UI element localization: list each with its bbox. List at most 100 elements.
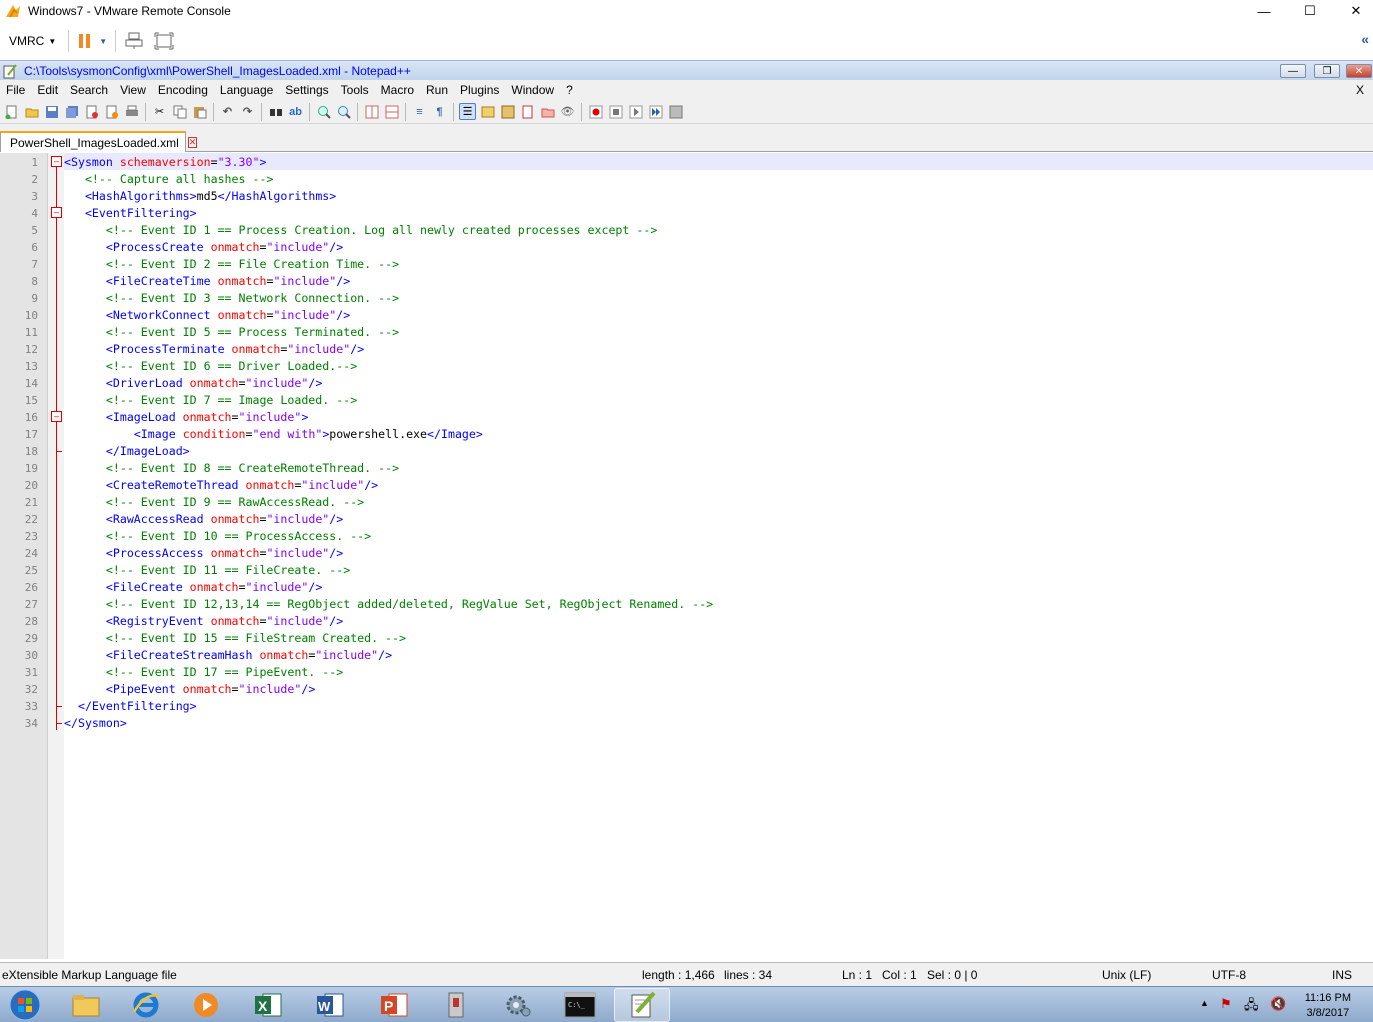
send-ctrl-alt-del-icon[interactable]: [124, 32, 144, 50]
paste-icon[interactable]: [191, 103, 208, 120]
cut-icon[interactable]: ✂: [151, 103, 168, 120]
status-eol[interactable]: Unix (LF): [1102, 968, 1151, 982]
record-macro-icon[interactable]: [587, 103, 604, 120]
new-file-icon[interactable]: [3, 103, 20, 120]
code-token: <Sysmon: [64, 155, 120, 169]
action-center-icon[interactable]: ⚑: [1220, 996, 1232, 1012]
code-token: "include": [245, 580, 309, 594]
code-token: "include": [266, 614, 330, 628]
taskbar-explorer[interactable]: [58, 988, 114, 1022]
open-file-icon[interactable]: [23, 103, 40, 120]
menu-encoding[interactable]: Encoding: [152, 83, 214, 97]
np-close-button[interactable]: ✕: [1346, 64, 1372, 78]
menu-window[interactable]: Window: [505, 83, 560, 97]
tab-powershell-imagesloaded[interactable]: PowerShell_ImagesLoaded.xml ✕: [0, 131, 198, 152]
maximize-button[interactable]: ☐: [1287, 0, 1333, 22]
folder-workspace-icon[interactable]: [539, 103, 556, 120]
taskbar-settings-app[interactable]: [490, 988, 546, 1022]
code-token: <DriverLoad: [105, 376, 190, 390]
taskbar-notepadpp[interactable]: [614, 988, 670, 1022]
system-clock[interactable]: 11:16 PM 3/8/2017: [1305, 991, 1351, 1021]
doc-map-icon[interactable]: [499, 103, 516, 120]
replace-icon[interactable]: ab: [287, 103, 304, 120]
code-line: <!-- Capture all hashes -->: [64, 171, 273, 188]
copy-icon[interactable]: [171, 103, 188, 120]
zoom-in-icon[interactable]: [315, 103, 332, 120]
save-icon[interactable]: [43, 103, 60, 120]
fold-toggle-icon[interactable]: –: [51, 411, 62, 422]
network-icon[interactable]: 🖧: [1244, 996, 1259, 1018]
redo-icon[interactable]: ↷: [239, 103, 256, 120]
status-mode[interactable]: INS: [1332, 968, 1352, 982]
show-all-chars-icon[interactable]: ¶: [431, 103, 448, 120]
fold-toggle-icon[interactable]: –: [51, 156, 62, 167]
run-macro-multiple-icon[interactable]: [647, 103, 664, 120]
taskbar-internet-explorer[interactable]: [118, 988, 174, 1022]
tab-close-icon[interactable]: ✕: [187, 137, 198, 148]
function-list-icon[interactable]: [519, 103, 536, 120]
undo-icon[interactable]: ↶: [219, 103, 236, 120]
taskbar-media-player[interactable]: [178, 988, 234, 1022]
taskbar-word[interactable]: W: [302, 988, 358, 1022]
code-line: <PipeEvent onmatch="include"/>: [64, 681, 315, 698]
fold-toggle-icon[interactable]: –: [51, 207, 62, 218]
line-number: 30: [24, 649, 38, 662]
close-button[interactable]: ✕: [1333, 0, 1373, 22]
print-icon[interactable]: [123, 103, 140, 120]
collapse-panel-icon[interactable]: «: [1361, 31, 1369, 47]
code-line: <!-- Event ID 11 == FileCreate. -->: [64, 562, 350, 579]
code-token: =: [231, 682, 239, 696]
line-number: 12: [24, 343, 38, 356]
status-encoding[interactable]: UTF-8: [1212, 968, 1246, 982]
taskbar-command-prompt[interactable]: C:\_: [552, 988, 608, 1022]
fullscreen-icon[interactable]: [154, 32, 174, 50]
play-macro-icon[interactable]: [627, 103, 644, 120]
np-restore-button[interactable]: ❐: [1314, 64, 1340, 78]
code-token: />: [336, 308, 351, 322]
menu-plugins[interactable]: Plugins: [454, 83, 505, 97]
zoom-out-icon[interactable]: [335, 103, 352, 120]
menu-file[interactable]: File: [0, 83, 31, 97]
menu-view[interactable]: View: [114, 83, 152, 97]
code-token: <FileCreateTime: [105, 274, 218, 288]
taskbar-excel[interactable]: X: [240, 988, 296, 1022]
sync-vertical-icon[interactable]: [363, 103, 380, 120]
find-icon[interactable]: [267, 103, 284, 120]
menu-macro[interactable]: Macro: [375, 83, 420, 97]
menu-settings[interactable]: Settings: [279, 83, 334, 97]
minimize-button[interactable]: —: [1241, 0, 1287, 22]
stop-macro-icon[interactable]: [607, 103, 624, 120]
indent-guide-icon[interactable]: ☰: [459, 103, 476, 120]
taskbar-powerpoint[interactable]: P: [366, 988, 422, 1022]
code-token: onmatch: [189, 580, 239, 594]
menu-help[interactable]: ?: [560, 83, 579, 97]
sync-horizontal-icon[interactable]: [383, 103, 400, 120]
vmrc-menu-button[interactable]: VMRC ▼: [9, 34, 56, 48]
code-token: <!-- Event ID 6 == Driver Loaded.-->: [105, 359, 358, 373]
np-minimize-button[interactable]: —: [1280, 64, 1306, 78]
menu-edit[interactable]: Edit: [31, 83, 64, 97]
volume-muted-icon[interactable]: 🔇: [1270, 996, 1286, 1012]
menu-tools[interactable]: Tools: [335, 83, 375, 97]
menu-close-document[interactable]: X: [1350, 83, 1370, 97]
monitoring-icon[interactable]: 👁: [559, 103, 576, 120]
code-token: >: [301, 410, 309, 424]
taskbar-archive-app[interactable]: [428, 988, 484, 1022]
pause-icon[interactable]: [77, 33, 93, 49]
save-macro-icon[interactable]: [667, 103, 684, 120]
code-editor[interactable]: – – – 1 2 3 4 5 6 7 8 9 10 11 12 13 14 15 16 17 18 19 20 21 2…: [0, 153, 1373, 959]
close-all-icon[interactable]: [103, 103, 120, 120]
save-all-icon[interactable]: [63, 103, 80, 120]
user-language-icon[interactable]: [479, 103, 496, 120]
vmrc-menu-label: VMRC: [9, 34, 45, 48]
word-wrap-icon[interactable]: ≡: [411, 103, 428, 120]
menu-language[interactable]: Language: [214, 83, 279, 97]
close-file-icon[interactable]: [83, 103, 100, 120]
menu-run[interactable]: Run: [420, 83, 454, 97]
show-hidden-icons[interactable]: ▲: [1200, 998, 1209, 1008]
pause-dropdown-icon[interactable]: ▼: [99, 37, 107, 46]
code-token: <!-- Event ID 5 == Process Terminated. -…: [105, 325, 400, 339]
start-button[interactable]: [0, 988, 50, 1022]
menu-search[interactable]: Search: [64, 83, 114, 97]
